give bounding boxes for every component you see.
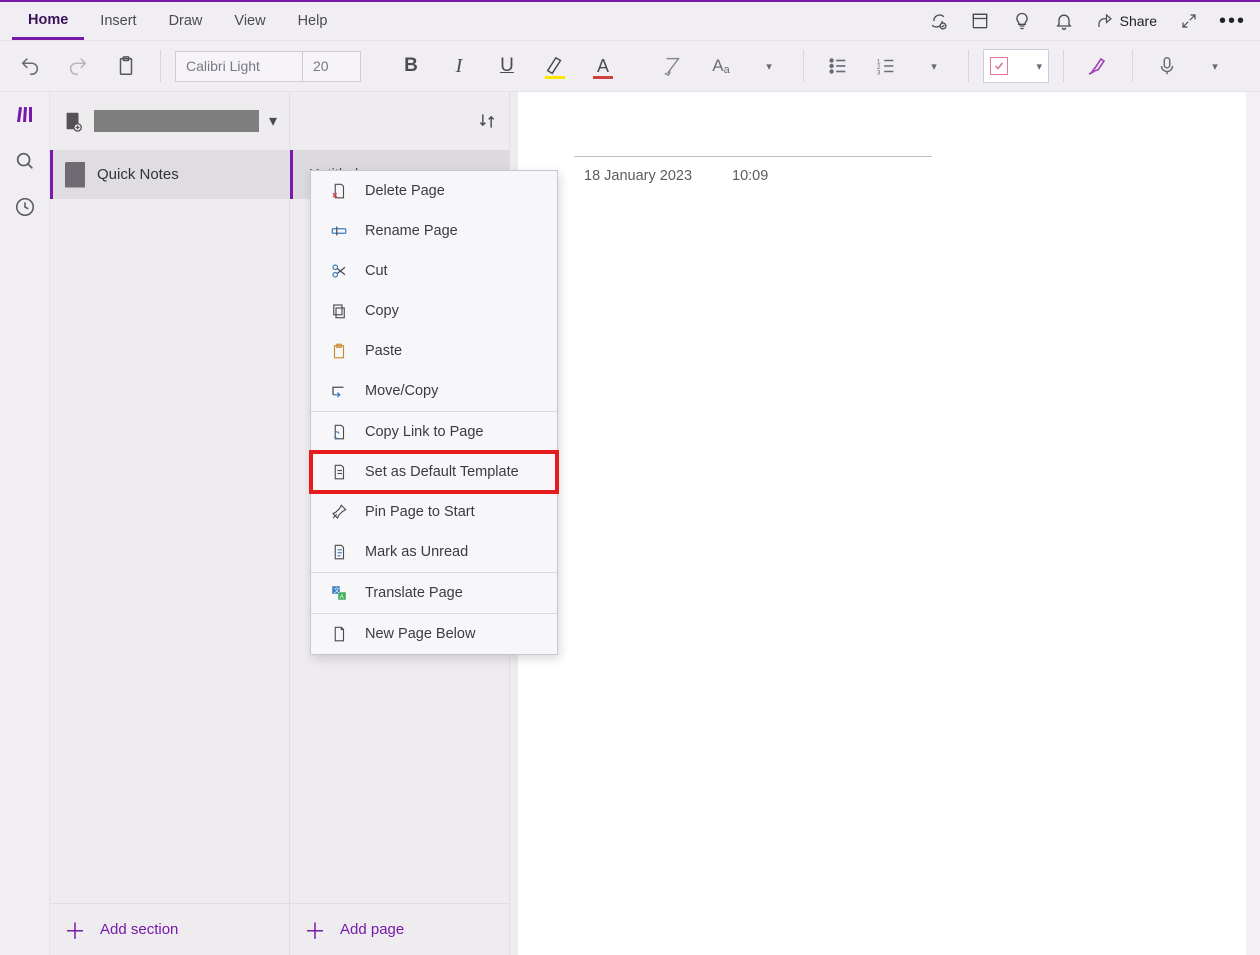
ctx-new-page-below[interactable]: New Page Below: [311, 614, 557, 654]
section-item[interactable]: Quick Notes: [50, 150, 289, 199]
ctx-label: Copy Link to Page: [365, 424, 484, 440]
ctx-label: Copy: [365, 303, 399, 319]
highlight-button[interactable]: [535, 46, 575, 86]
recent-icon[interactable]: [14, 196, 36, 218]
page-time: 10:09: [732, 168, 768, 184]
sync-status-icon[interactable]: [918, 2, 958, 40]
lightbulb-icon[interactable]: [1002, 2, 1042, 40]
feed-icon[interactable]: [960, 2, 1000, 40]
nav-rail: [0, 92, 50, 955]
scissors-icon: [329, 262, 349, 280]
notebook-name-redacted[interactable]: [94, 110, 259, 132]
chevron-down-icon[interactable]: ▾: [269, 111, 277, 131]
ctx-delete-page[interactable]: Delete Page: [311, 171, 557, 211]
undo-button[interactable]: [10, 46, 50, 86]
ctx-move-copy[interactable]: Move/Copy: [311, 371, 557, 411]
add-page-label: Add page: [340, 921, 404, 938]
ctx-label: Set as Default Template: [365, 464, 519, 480]
plus-icon: ＋: [304, 914, 326, 946]
tab-home[interactable]: Home: [12, 2, 84, 40]
translate-icon: 文A: [329, 584, 349, 602]
clear-formatting-button[interactable]: [653, 46, 693, 86]
notebook-icon: [62, 110, 84, 132]
styles-button[interactable]: Aa: [701, 46, 741, 86]
link-page-icon: [329, 423, 349, 441]
sort-pages-button[interactable]: [477, 111, 497, 131]
bold-button[interactable]: B: [391, 46, 431, 86]
ctx-label: Translate Page: [365, 585, 463, 601]
pin-icon: [329, 503, 349, 521]
ctx-set-default-template[interactable]: Set as Default Template: [311, 452, 557, 492]
dictate-button[interactable]: [1147, 46, 1187, 86]
ink-button[interactable]: [1078, 46, 1118, 86]
checkbox-icon: [990, 57, 1008, 75]
bullets-button[interactable]: [818, 46, 858, 86]
search-icon[interactable]: [14, 150, 36, 172]
move-icon: [329, 382, 349, 400]
sections-column: ▾ Quick Notes ＋ Add section: [50, 92, 290, 955]
redo-button[interactable]: [58, 46, 98, 86]
add-page-button[interactable]: ＋ Add page: [290, 903, 509, 955]
page-title-underline: [574, 156, 932, 157]
add-section-label: Add section: [100, 921, 178, 938]
styles-dropdown[interactable]: ▾: [749, 46, 789, 86]
ctx-mark-unread[interactable]: Mark as Unread: [311, 532, 557, 572]
ctx-label: Mark as Unread: [365, 544, 468, 560]
ctx-copy-link[interactable]: Copy Link to Page: [311, 412, 557, 452]
ctx-label: New Page Below: [365, 626, 475, 642]
clipboard-button[interactable]: [106, 46, 146, 86]
page-date: 18 January 2023: [584, 168, 692, 184]
tab-draw[interactable]: Draw: [153, 2, 219, 40]
vertical-scrollbar[interactable]: [1246, 92, 1260, 955]
page-lines-icon: [329, 543, 349, 561]
ctx-translate[interactable]: 文A Translate Page: [311, 573, 557, 613]
ctx-label: Cut: [365, 263, 388, 279]
page-icon: [329, 463, 349, 481]
page-x-icon: [329, 182, 349, 200]
ctx-copy[interactable]: Copy: [311, 291, 557, 331]
ctx-cut[interactable]: Cut: [311, 251, 557, 291]
paragraph-dropdown[interactable]: ▾: [914, 46, 954, 86]
ctx-pin-to-start[interactable]: Pin Page to Start: [311, 492, 557, 532]
numbering-button[interactable]: 123: [866, 46, 906, 86]
ribbon: Calibri Light 20 B I U A Aa ▾ 123 ▾ ▾ ▾: [0, 40, 1260, 92]
copy-icon: [329, 302, 349, 320]
share-label: Share: [1120, 13, 1157, 29]
italic-button[interactable]: I: [439, 46, 479, 86]
svg-text:3: 3: [877, 69, 881, 76]
tab-insert[interactable]: Insert: [84, 2, 152, 40]
font-name-input[interactable]: Calibri Light: [175, 51, 303, 82]
ribbon-tabs: Home Insert Draw View Help Share •••: [0, 2, 1260, 40]
page-surface[interactable]: 18 January 2023 10:09: [518, 92, 1256, 955]
underline-button[interactable]: U: [487, 46, 527, 86]
ctx-label: Pin Page to Start: [365, 504, 475, 520]
svg-text:A: A: [340, 594, 344, 600]
paste-icon: [329, 342, 349, 360]
share-button[interactable]: Share: [1086, 12, 1167, 30]
tab-view[interactable]: View: [218, 2, 281, 40]
page-icon: [329, 625, 349, 643]
section-tab-icon: [65, 162, 85, 188]
more-icon[interactable]: •••: [1211, 10, 1254, 33]
page-canvas-area: 18 January 2023 10:09: [510, 92, 1260, 955]
font-color-button[interactable]: A: [583, 46, 623, 86]
fullscreen-icon[interactable]: [1169, 2, 1209, 40]
ctx-label: Move/Copy: [365, 383, 438, 399]
ctx-paste[interactable]: Paste: [311, 331, 557, 371]
ribbon-overflow[interactable]: ▾: [1195, 46, 1235, 86]
ctx-label: Delete Page: [365, 183, 445, 199]
plus-icon: ＋: [64, 914, 86, 946]
add-section-button[interactable]: ＋ Add section: [50, 903, 289, 955]
page-context-menu: Delete Page Rename Page Cut Copy Paste M…: [310, 170, 558, 655]
rename-icon: [329, 222, 349, 240]
font-size-input[interactable]: 20: [303, 51, 361, 82]
ctx-label: Paste: [365, 343, 402, 359]
tab-help[interactable]: Help: [282, 2, 344, 40]
notebooks-icon[interactable]: [13, 102, 37, 126]
todo-tag-button[interactable]: ▾: [983, 49, 1049, 83]
bell-icon[interactable]: [1044, 2, 1084, 40]
section-label: Quick Notes: [97, 166, 179, 183]
ctx-label: Rename Page: [365, 223, 458, 239]
ctx-rename-page[interactable]: Rename Page: [311, 211, 557, 251]
